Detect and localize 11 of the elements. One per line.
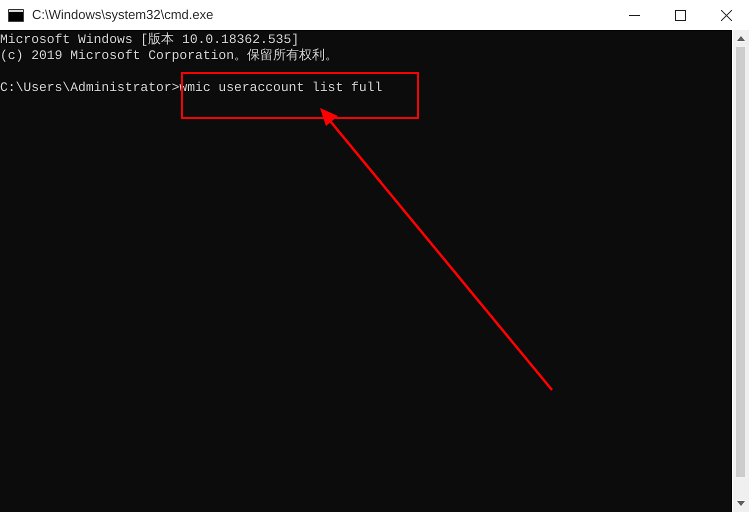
scroll-up-arrow-icon[interactable] bbox=[736, 36, 744, 41]
maximize-icon bbox=[674, 10, 686, 20]
window-title: C:\Windows\system32\cmd.exe bbox=[32, 6, 214, 24]
scroll-down-arrow-icon[interactable] bbox=[736, 501, 744, 506]
scrollbar-thumb[interactable] bbox=[736, 47, 745, 477]
scrollbar[interactable] bbox=[732, 30, 749, 512]
console-line: (c) 2019 Microsoft Corporation。保留所有权利。 bbox=[0, 48, 338, 64]
console-line: Microsoft Windows [版本 10.0.18362.535] bbox=[0, 32, 300, 48]
close-icon bbox=[720, 10, 732, 20]
console-app-icon bbox=[8, 8, 24, 22]
minimize-icon bbox=[628, 14, 640, 16]
